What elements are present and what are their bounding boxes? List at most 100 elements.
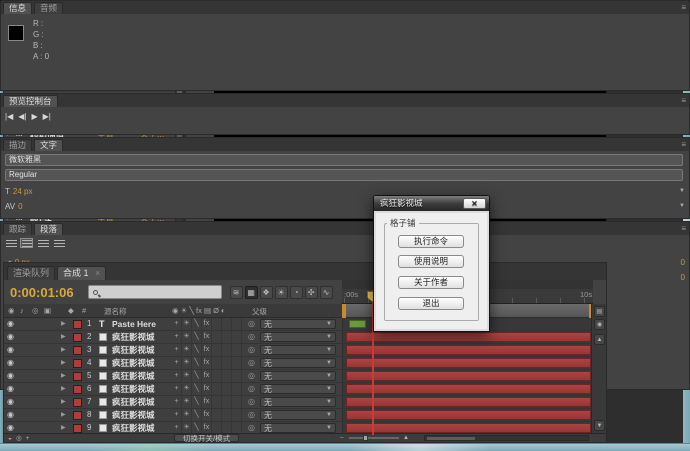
layer-switch-icon[interactable]: ☀: [182, 409, 192, 421]
expand-arrow-icon[interactable]: ▶: [61, 331, 66, 343]
layer-switch-icon[interactable]: ╲: [192, 318, 202, 330]
layer-duration-bar[interactable]: [346, 332, 591, 342]
parent-select[interactable]: 无 ▼: [260, 332, 336, 342]
layer-switch-icon[interactable]: ☀: [182, 370, 192, 382]
align-center-icon[interactable]: [20, 238, 33, 248]
parent-pickwhip-icon[interactable]: ◎: [248, 344, 255, 356]
panel-menu-icon[interactable]: ≡: [681, 223, 689, 235]
parent-pickwhip-icon[interactable]: ◎: [248, 383, 255, 395]
font-style-select[interactable]: Regular: [5, 169, 683, 181]
layer-switch-icon[interactable]: ☀: [182, 318, 192, 330]
layer-duration-bar[interactable]: [346, 371, 591, 381]
layer-switch-icon[interactable]: ☀: [182, 344, 192, 356]
expand-arrow-icon[interactable]: ▶: [61, 383, 66, 395]
layer-switch-icon[interactable]: fx: [202, 331, 212, 343]
layer-name[interactable]: 疯狂影视城: [112, 357, 155, 369]
layer-duration-bar[interactable]: [349, 320, 366, 328]
layer-duration-bar[interactable]: [346, 410, 591, 420]
layer-track[interactable]: [342, 396, 593, 408]
brainstorm-icon[interactable]: ✣: [305, 286, 318, 299]
chevron-down-icon[interactable]: ▼: [679, 203, 685, 209]
panel-menu-icon[interactable]: ≡: [681, 139, 689, 151]
panel-menu-icon[interactable]: ≡: [681, 2, 689, 14]
next-frame-button[interactable]: ▶|: [43, 111, 51, 123]
parent-pickwhip-icon[interactable]: ◎: [248, 396, 255, 408]
font-size-value[interactable]: 24 px: [13, 187, 33, 196]
timeline-vertical-scrollbar[interactable]: ▤ ◉ ▲ ▼: [591, 304, 606, 435]
expand-icon[interactable]: +: [26, 435, 30, 442]
layer-switch-icon[interactable]: ☀: [182, 396, 192, 408]
kerning-value[interactable]: 0: [18, 202, 22, 211]
layer-track[interactable]: [342, 409, 593, 421]
play-button[interactable]: ▶: [31, 111, 37, 123]
layer-name[interactable]: 疯狂影视城: [112, 331, 155, 343]
expand-arrow-icon[interactable]: ▶: [61, 344, 66, 356]
layer-switch-icon[interactable]: ╲: [192, 357, 202, 369]
layer-switch-icon[interactable]: fx: [202, 357, 212, 369]
label-color-swatch[interactable]: [73, 411, 82, 420]
layer-switch-icon[interactable]: +: [172, 383, 182, 395]
timeline-layer-row[interactable]: ◉ ▶ 4 疯狂影视城 +☀╲fx ◎ 无 ▼: [4, 357, 593, 370]
label-color-swatch[interactable]: [73, 372, 82, 381]
label-color-swatch[interactable]: [73, 346, 82, 355]
zoom-out-icon[interactable]: −: [340, 435, 344, 442]
source-name-column-header[interactable]: 源名称: [104, 306, 127, 317]
tab-character[interactable]: 文字: [34, 139, 63, 151]
tab-preview[interactable]: 预览控制台: [3, 95, 58, 107]
in-out-icon[interactable]: ◒: [8, 435, 12, 442]
layer-switch-icon[interactable]: ☀: [182, 383, 192, 395]
layer-name[interactable]: 疯狂影视城: [112, 409, 155, 421]
first-frame-button[interactable]: |◀: [5, 111, 13, 123]
tab-audio[interactable]: 音频: [34, 2, 63, 14]
visibility-eye-icon[interactable]: ◉: [7, 409, 14, 421]
parent-select[interactable]: 无 ▼: [260, 371, 336, 381]
layer-switch-icon[interactable]: ╲: [192, 409, 202, 421]
layer-name[interactable]: 疯狂影视城: [112, 370, 155, 382]
scroll-up-icon[interactable]: ▲: [594, 334, 605, 345]
run-command-button[interactable]: 执行命令: [398, 235, 464, 248]
layer-switch-icon[interactable]: fx: [202, 318, 212, 330]
layer-switch-icon[interactable]: +: [172, 409, 182, 421]
layer-name[interactable]: Paste Here: [112, 318, 156, 330]
layer-switch-icon[interactable]: +: [172, 357, 182, 369]
layer-switch-icon[interactable]: +: [172, 318, 182, 330]
layer-switch-icon[interactable]: +: [172, 396, 182, 408]
comp-button-icon[interactable]: ▤: [594, 306, 605, 317]
visibility-eye-icon[interactable]: ◉: [7, 331, 14, 343]
visibility-eye-icon[interactable]: ◉: [7, 370, 14, 382]
parent-pickwhip-icon[interactable]: ◎: [248, 318, 255, 330]
zoom-slider-thumb[interactable]: [363, 435, 368, 441]
instructions-button[interactable]: 使用说明: [398, 255, 464, 268]
expand-arrow-icon[interactable]: ▶: [61, 396, 66, 408]
timeline-layer-row[interactable]: ◉ ▶ 1 T Paste Here +☀╲fx ◎ 无 ▼: [4, 318, 593, 331]
layer-switch-icon[interactable]: ☀: [182, 357, 192, 369]
visibility-eye-icon[interactable]: ◉: [7, 318, 14, 330]
panel-menu-icon[interactable]: ≡: [681, 95, 689, 107]
parent-pickwhip-icon[interactable]: ◎: [248, 331, 255, 343]
align-justify-icon[interactable]: [52, 238, 65, 248]
layer-name[interactable]: 疯狂影视城: [112, 344, 155, 356]
tab-paragraph[interactable]: 段落: [34, 223, 63, 235]
layer-switch-icon[interactable]: fx: [202, 409, 212, 421]
layer-duration-bar[interactable]: [346, 358, 591, 368]
layer-track[interactable]: [342, 357, 593, 369]
draft-3d-icon[interactable]: ▦: [245, 286, 258, 299]
timeline-layer-row[interactable]: ◉ ▶ 7 疯狂影视城 +☀╲fx ◎ 无 ▼: [4, 396, 593, 409]
camera-button-icon[interactable]: ◉: [594, 319, 605, 330]
parent-pickwhip-icon[interactable]: ◎: [248, 370, 255, 382]
chevron-down-icon[interactable]: ▼: [679, 188, 685, 194]
layer-switch-icon[interactable]: ☀: [182, 331, 192, 343]
dialog-close-button[interactable]: ✕: [463, 198, 486, 209]
layer-switch-icon[interactable]: +: [172, 344, 182, 356]
tab-render-queue[interactable]: 渲染队列: [7, 266, 55, 280]
layer-switch-icon[interactable]: fx: [202, 344, 212, 356]
parent-select[interactable]: 无 ▼: [260, 358, 336, 368]
tab-tracker[interactable]: 跟踪: [3, 223, 32, 235]
timeline-layer-row[interactable]: ◉ ▶ 8 疯狂影视城 +☀╲fx ◎ 无 ▼: [4, 409, 593, 422]
composition-mini-flowchart-icon[interactable]: ≋: [230, 286, 243, 299]
motion-blur-icon[interactable]: ◔: [290, 286, 303, 299]
parent-select[interactable]: 无 ▼: [260, 384, 336, 394]
hscroll-thumb[interactable]: [427, 437, 475, 440]
align-right-icon[interactable]: [36, 238, 49, 248]
layer-name[interactable]: 疯狂影视城: [112, 396, 155, 408]
